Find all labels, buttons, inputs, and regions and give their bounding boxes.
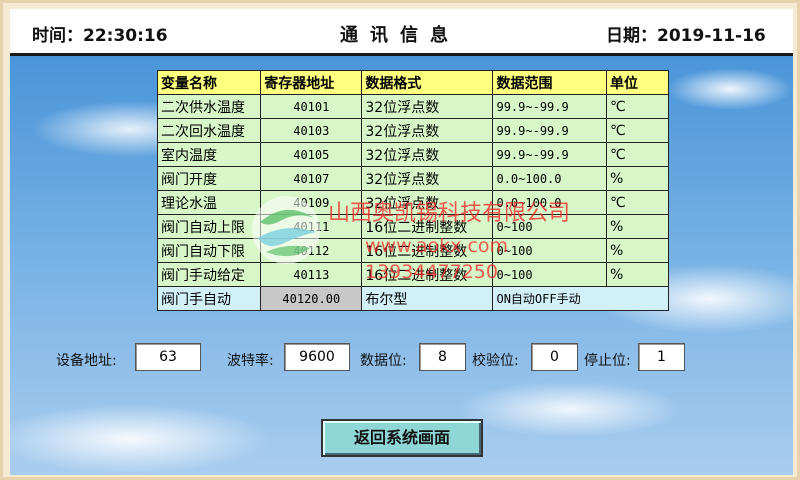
cell-format: 32位浮点数 <box>361 118 494 143</box>
table-row: 室内温度 40105 32位浮点数 99.9~-99.9 ℃ <box>156 142 669 167</box>
cell-range: 0.0~100.0 <box>492 166 608 191</box>
stop-bits-label: 停止位: <box>584 353 631 369</box>
time-display: 时间：22:30:16 <box>32 26 168 46</box>
table-row: 二次回水温度 40103 32位浮点数 99.9~-99.9 ℃ <box>156 118 669 143</box>
valve-mode-value: 40120.00 <box>260 286 363 311</box>
data-bits-field[interactable]: 8 <box>419 343 466 371</box>
cell-name: 室内温度 <box>156 142 262 167</box>
table-row-valve-mode: 阀门手自动 40120.00 布尔型 ON自动OFF手动 <box>156 286 669 311</box>
cell-unit: % <box>606 238 669 263</box>
cell-name: 阀门开度 <box>156 166 262 191</box>
cell-range: 99.9~-99.9 <box>492 94 608 119</box>
col-header-unit: 单位 <box>606 70 669 95</box>
cell-format: 32位浮点数 <box>361 142 494 167</box>
col-header-address: 寄存器地址 <box>260 70 363 95</box>
cell-name: 阀门自动上限 <box>156 214 262 239</box>
cell-name: 理论水温 <box>156 190 262 215</box>
device-address-label: 设备地址: <box>56 353 117 369</box>
baud-rate-label: 波特率: <box>227 353 274 369</box>
cell-address: 40103 <box>260 118 363 143</box>
device-address-field[interactable]: 63 <box>135 343 201 371</box>
hmi-screen: 时间：22:30:16 通讯信息 日期：2019-11-16 变量名称 寄存器地… <box>10 9 793 475</box>
cell-address: 40101 <box>260 94 363 119</box>
header-bar: 时间：22:30:16 通讯信息 日期：2019-11-16 <box>10 9 793 56</box>
cell-unit: % <box>606 262 669 287</box>
cell-name: 阀门手自动 <box>156 286 262 311</box>
cell-name: 阀门自动下限 <box>156 238 262 263</box>
cell-unit: ℃ <box>606 142 669 167</box>
cell-unit: % <box>606 166 669 191</box>
col-header-range: 数据范围 <box>492 70 608 95</box>
cell-format: 32位浮点数 <box>361 94 494 119</box>
watermark-site: www.aokx.com <box>365 235 509 257</box>
cell-name: 二次供水温度 <box>156 94 262 119</box>
page-title: 通讯信息 <box>340 25 460 46</box>
watermark-phone: 13934477250 <box>365 261 498 283</box>
watermark-logo-icon <box>252 196 320 264</box>
cell-name: 阀门手动给定 <box>156 262 262 287</box>
cell-unit: ℃ <box>606 190 669 215</box>
parity-label: 校验位: <box>472 353 519 369</box>
cell-name: 二次回水温度 <box>156 118 262 143</box>
cell-format: 32位浮点数 <box>361 166 494 191</box>
col-header-name: 变量名称 <box>156 70 262 95</box>
cell-range: 99.9~-99.9 <box>492 118 608 143</box>
col-header-format: 数据格式 <box>361 70 494 95</box>
cell-format: 布尔型 <box>361 286 494 311</box>
cell-unit: ℃ <box>606 118 669 143</box>
date-display: 日期：2019-11-16 <box>606 26 766 46</box>
window-frame: 时间：22:30:16 通讯信息 日期：2019-11-16 变量名称 寄存器地… <box>0 0 800 480</box>
cell-range: 0~100 <box>492 238 608 263</box>
cell-range: 0~100 <box>492 262 608 287</box>
comm-settings: 设备地址: 63 波特率: 9600 数据位: 8 校验位: 0 停止位: 1 <box>10 343 793 375</box>
cell-unit: % <box>606 214 669 239</box>
table-row: 阀门开度 40107 32位浮点数 0.0~100.0 % <box>156 166 669 191</box>
stop-bits-field[interactable]: 1 <box>638 343 685 371</box>
cell-range: ON自动OFF手动 <box>492 286 669 311</box>
baud-rate-field[interactable]: 9600 <box>284 343 350 371</box>
cell-address: 40107 <box>260 166 363 191</box>
table-header-row: 变量名称 寄存器地址 数据格式 数据范围 单位 <box>156 70 669 95</box>
return-system-button[interactable]: 返回系统画面 <box>321 419 483 457</box>
cell-unit: ℃ <box>606 94 669 119</box>
data-bits-label: 数据位: <box>360 353 407 369</box>
table-row: 二次供水温度 40101 32位浮点数 99.9~-99.9 ℃ <box>156 94 669 119</box>
cell-address: 40105 <box>260 142 363 167</box>
cell-range: 99.9~-99.9 <box>492 142 608 167</box>
parity-field[interactable]: 0 <box>531 343 578 371</box>
watermark-company: 山西奥凯锡科技有限公司 <box>328 201 571 226</box>
